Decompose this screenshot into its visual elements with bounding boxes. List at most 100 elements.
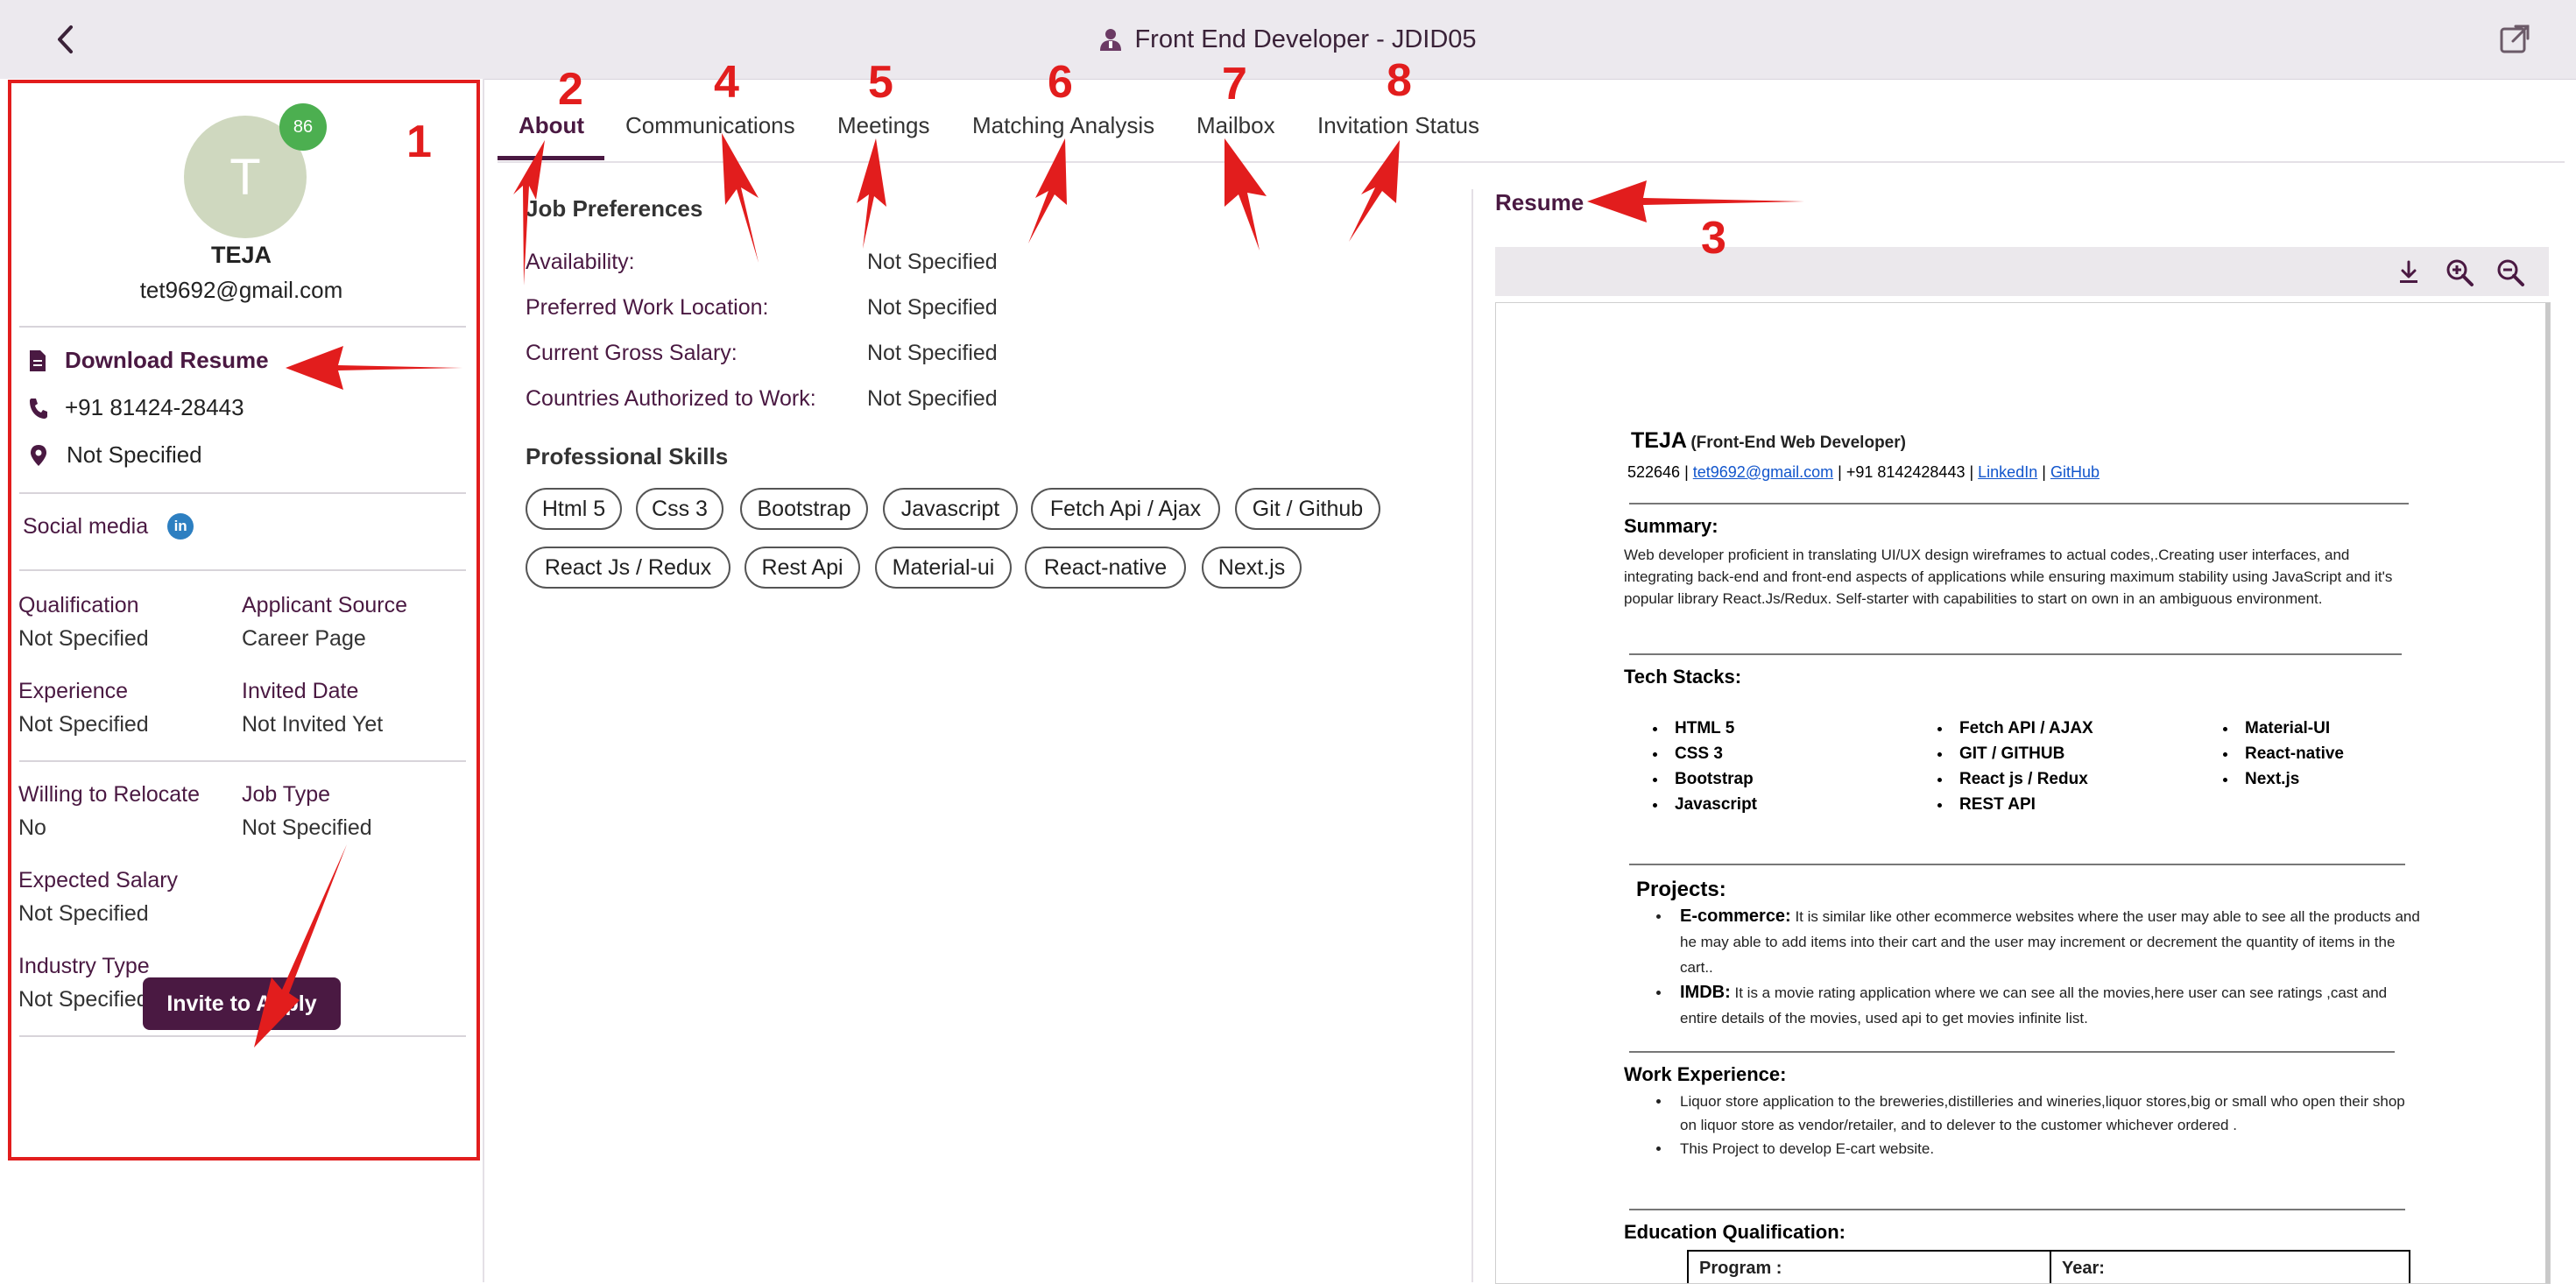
resume-github-link[interactable]: GitHub bbox=[2050, 463, 2100, 481]
skill-chip: Bootstrap bbox=[740, 488, 868, 530]
annotation-arrow bbox=[1587, 180, 1804, 222]
invited-date-label: Invited Date bbox=[242, 679, 359, 703]
zoom-in-icon bbox=[2446, 259, 2474, 286]
download-resume-label[interactable]: Download Resume bbox=[65, 347, 269, 374]
resume-rule bbox=[1629, 1051, 2395, 1053]
annotation-number: 5 bbox=[868, 57, 893, 108]
resume-title: Resume bbox=[1495, 189, 1584, 215]
download-resume-button[interactable] bbox=[2394, 258, 2424, 287]
tab-meetings[interactable]: Meetings bbox=[837, 112, 930, 139]
location-row: Not Specified bbox=[28, 441, 202, 469]
divider bbox=[19, 326, 466, 328]
candidate-location: Not Specified bbox=[67, 441, 202, 468]
page-title-wrap: Front End Developer - JDID05 bbox=[0, 0, 2576, 79]
tech-item: Material-UI bbox=[2238, 716, 2344, 741]
skill-chip: React Js / Redux bbox=[526, 547, 730, 589]
tech-item: HTML 5 bbox=[1668, 716, 1757, 741]
qualification-value: Not Specified bbox=[18, 626, 149, 651]
education-col-year: Year: bbox=[2062, 1259, 2105, 1278]
skill-chip: Git / Github bbox=[1235, 488, 1380, 530]
resume-summary: Web developer proficient in translating … bbox=[1624, 547, 2393, 607]
divider bbox=[19, 492, 466, 494]
tab-mailbox[interactable]: Mailbox bbox=[1196, 112, 1275, 139]
social-media-label: Social media bbox=[23, 513, 149, 539]
skill-chip: Html 5 bbox=[526, 488, 622, 530]
content-divider bbox=[1471, 189, 1473, 1282]
tech-item: Next.js bbox=[2238, 766, 2344, 792]
education-col-program: Program : bbox=[1689, 1252, 2051, 1283]
project-item: E-commerce: It is similar like other eco… bbox=[1671, 904, 2424, 980]
invite-to-apply-button[interactable]: Invite to Apply bbox=[143, 977, 341, 1030]
open-external-button[interactable] bbox=[2498, 23, 2531, 56]
skill-chip: Material-ui bbox=[875, 547, 1012, 589]
annotation-number: 7 bbox=[1222, 59, 1247, 109]
resume-linkedin-link[interactable]: LinkedIn bbox=[1978, 463, 2037, 481]
phone-icon bbox=[30, 398, 47, 419]
tech-list-3: Material-UI React-native Next.js bbox=[2215, 716, 2344, 792]
page-title: Front End Developer - JDID05 bbox=[1134, 25, 1477, 53]
linkedin-icon[interactable]: in bbox=[167, 513, 194, 540]
annotation-number: 8 bbox=[1387, 55, 1412, 106]
project-item: IMDB: It is a movie rating application w… bbox=[1671, 980, 2424, 1031]
resume-rule bbox=[1629, 864, 2405, 865]
availability-label: Availability: bbox=[526, 250, 635, 274]
resume-projects-title: Projects: bbox=[1636, 878, 1726, 901]
zoom-out-button[interactable] bbox=[2495, 258, 2525, 287]
tech-item: Bootstrap bbox=[1668, 766, 1757, 792]
industry-type-label: Industry Type bbox=[18, 954, 150, 978]
resume-rule bbox=[1629, 1209, 2405, 1210]
resume-heading: TEJA (Front-End Web Developer) bbox=[1631, 428, 1906, 454]
job-preferences-title: Job Preferences bbox=[526, 195, 703, 222]
tab-invitation-status[interactable]: Invitation Status bbox=[1317, 112, 1479, 139]
work-item: Liquor store application to the brewerie… bbox=[1671, 1090, 2424, 1137]
annotation-number: 2 bbox=[558, 64, 583, 115]
download-resume-link[interactable]: Download Resume bbox=[28, 347, 269, 374]
resume-rule bbox=[1629, 653, 2402, 655]
top-bar: Front End Developer - JDID05 bbox=[0, 0, 2576, 80]
experience-value: Not Specified bbox=[18, 712, 149, 737]
work-location-value: Not Specified bbox=[867, 295, 998, 320]
score-badge: 86 bbox=[279, 103, 327, 151]
tab-communications[interactable]: Communications bbox=[625, 112, 795, 139]
zoom-in-button[interactable] bbox=[2445, 258, 2474, 287]
candidate-name: TEJA bbox=[210, 242, 272, 268]
project-text: It is similar like other ecommerce websi… bbox=[1680, 908, 2420, 976]
resume-tech-title: Tech Stacks: bbox=[1624, 666, 1742, 688]
expected-salary-label: Expected Salary bbox=[18, 868, 179, 892]
tech-item: CSS 3 bbox=[1668, 741, 1757, 766]
tech-list-2: Fetch API / AJAX GIT / GITHUB React js /… bbox=[1930, 716, 2093, 817]
location-pin-icon bbox=[31, 444, 46, 466]
tech-item: React-native bbox=[2238, 741, 2344, 766]
candidate-email: tet9692@gmail.com bbox=[139, 277, 343, 303]
annotation-number: 4 bbox=[714, 57, 739, 108]
resume-scrollbar[interactable] bbox=[2545, 303, 2550, 1283]
external-link-icon bbox=[2500, 25, 2530, 53]
divider bbox=[19, 1035, 466, 1037]
tab-about[interactable]: About bbox=[519, 112, 584, 139]
project-name: IMDB: bbox=[1680, 983, 1731, 1002]
gross-salary-label: Current Gross Salary: bbox=[526, 341, 738, 365]
resume-separator: | bbox=[2042, 463, 2046, 481]
resume-phone: | +91 8142428443 | bbox=[1838, 463, 1974, 481]
industry-type-value: Not Specified bbox=[18, 987, 149, 1012]
job-type-value: Not Specified bbox=[242, 815, 372, 840]
expected-salary-value: Not Specified bbox=[18, 901, 149, 926]
applicant-source-value: Career Page bbox=[242, 626, 366, 651]
resume-email-link[interactable]: tet9692@gmail.com bbox=[1693, 463, 1833, 481]
tab-matching-analysis[interactable]: Matching Analysis bbox=[972, 112, 1154, 139]
project-name: E-commerce: bbox=[1680, 907, 1791, 926]
relocate-label: Willing to Relocate bbox=[18, 782, 201, 807]
job-role-icon bbox=[1100, 29, 1122, 51]
divider bbox=[19, 569, 466, 571]
availability-value: Not Specified bbox=[867, 250, 998, 274]
document-icon bbox=[30, 349, 46, 371]
candidate-phone: +91 81424-28443 bbox=[65, 394, 244, 420]
resume-document[interactable]: TEJA (Front-End Web Developer) 522646 | … bbox=[1495, 302, 2551, 1284]
skill-chip: Next.js bbox=[1202, 547, 1302, 589]
work-list: Liquor store application to the brewerie… bbox=[1647, 1090, 2424, 1161]
zoom-out-icon bbox=[2497, 259, 2524, 286]
work-location-label: Preferred Work Location: bbox=[526, 295, 769, 320]
skill-chip: Javascript bbox=[883, 488, 1018, 530]
job-type-label: Job Type bbox=[242, 782, 331, 807]
resume-contact-prefix: 522646 | bbox=[1627, 463, 1689, 481]
